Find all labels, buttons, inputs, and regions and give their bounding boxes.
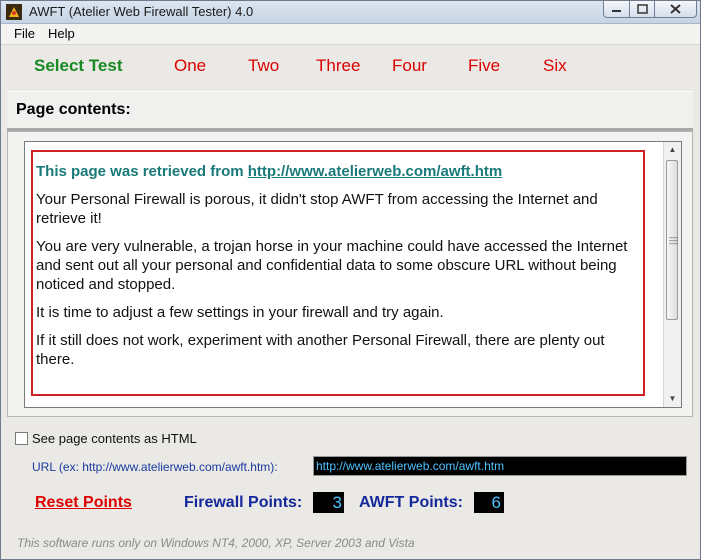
page-viewer[interactable]: This page was retrieved from http://www.… (24, 141, 682, 408)
menu-file[interactable]: File (14, 26, 35, 41)
retrieved-prefix: This page was retrieved from (36, 163, 248, 180)
page-contents-header: Page contents: (7, 91, 693, 132)
menu-bar: File Help (1, 24, 700, 45)
url-label: URL (ex: http://www.atelierweb.com/awft.… (32, 460, 278, 474)
tab-five[interactable]: Five (468, 56, 500, 76)
minimize-button[interactable] (603, 1, 630, 18)
page-text: This page was retrieved from http://www.… (36, 162, 642, 378)
tab-two[interactable]: Two (248, 56, 279, 76)
menu-help[interactable]: Help (48, 26, 75, 41)
reset-points-link[interactable]: Reset Points (35, 494, 132, 512)
paragraph-experiment: If it still does not work, experiment wi… (36, 332, 605, 368)
scroll-down-arrow-icon[interactable]: ▼ (664, 391, 681, 407)
window-title: AWFT (Atelier Web Firewall Tester) 4.0 (29, 4, 254, 19)
app-icon (6, 4, 22, 20)
maximize-icon (637, 4, 648, 14)
retrieved-url-link[interactable]: http://www.atelierweb.com/awft.htm (248, 163, 502, 180)
maximize-button[interactable] (629, 1, 655, 18)
paragraph-porous: Your Personal Firewall is porous, it did… (36, 191, 598, 227)
grip-icon: — — — (669, 232, 678, 248)
close-icon (670, 4, 681, 14)
paragraph-vulnerable: You are very vulnerable, a trojan horse … (36, 238, 628, 293)
tab-three[interactable]: Three (316, 56, 360, 76)
paragraph-adjust: It is time to adjust a few settings in y… (36, 304, 444, 321)
firewall-points-value: 3 (313, 492, 344, 513)
tab-one[interactable]: One (174, 56, 206, 76)
test-selector-bar: Select Test One Two Three Four Five Six (1, 45, 700, 90)
awft-points-label: AWFT Points: (359, 494, 463, 511)
html-checkbox-row[interactable]: See page contents as HTML (15, 431, 197, 446)
html-checkbox-label: See page contents as HTML (32, 431, 197, 446)
page-result-box: This page was retrieved from http://www.… (31, 150, 645, 396)
retrieved-line: This page was retrieved from http://www.… (36, 162, 642, 181)
vertical-scrollbar[interactable]: ▲ — — — ▼ (663, 142, 681, 407)
minimize-icon (612, 10, 621, 12)
html-checkbox[interactable] (15, 432, 28, 445)
firewall-points-label: Firewall Points: (184, 494, 303, 511)
footer-note: This software runs only on Windows NT4, … (17, 536, 415, 550)
app-window: AWFT (Atelier Web Firewall Tester) 4.0 F… (0, 0, 701, 560)
content-frame: This page was retrieved from http://www.… (7, 131, 693, 417)
awft-points-value: 6 (474, 492, 504, 513)
page-contents-label: Page contents: (16, 101, 131, 118)
tab-four[interactable]: Four (392, 56, 427, 76)
controls-panel: See page contents as HTML URL (ex: http:… (1, 419, 700, 559)
title-bar[interactable]: AWFT (Atelier Web Firewall Tester) 4.0 (1, 1, 700, 24)
close-button[interactable] (654, 1, 697, 18)
tab-six[interactable]: Six (543, 56, 567, 76)
scroll-thumb[interactable]: — — — (666, 160, 678, 320)
tab-select-test[interactable]: Select Test (34, 56, 123, 76)
url-input[interactable]: http://www.atelierweb.com/awft.htm (313, 456, 687, 476)
scroll-up-arrow-icon[interactable]: ▲ (664, 142, 681, 158)
